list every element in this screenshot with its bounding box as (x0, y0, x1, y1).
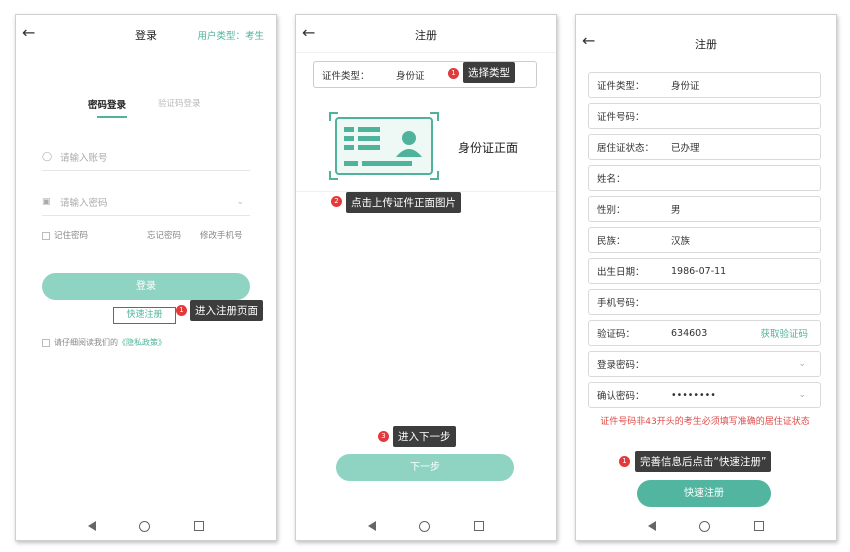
row-label: 手机号码： (597, 298, 645, 309)
confirm-password-field[interactable]: 确认密码： •••••••• ⌄ (588, 382, 821, 408)
id-type-row[interactable]: 证件类型： 身份证 (588, 72, 821, 98)
register-form-screen: ← 注册 证件类型： 身份证 证件号码： 居住证状态： 已办理 姓名： 性别： … (575, 14, 837, 541)
row-value: 汉族 (671, 236, 691, 247)
quick-register-link[interactable]: 快速注册 (113, 307, 176, 324)
nav-home-icon[interactable] (419, 520, 431, 532)
row-label: 出生日期： (597, 267, 645, 278)
nav-recent-icon[interactable] (194, 521, 205, 531)
remember-checkbox[interactable] (42, 231, 50, 240)
id-type-label: 证件类型： (322, 70, 370, 82)
nav-recent-icon[interactable] (474, 521, 485, 531)
row-value: 已办理 (671, 143, 700, 154)
ethnicity-field[interactable]: 民族： 汉族 (588, 227, 821, 253)
row-value: 身份证 (671, 81, 700, 92)
phone-field[interactable]: 手机号码： (588, 289, 821, 315)
id-type-value: 身份证 (396, 70, 425, 82)
row-label: 姓名： (597, 174, 626, 185)
account-placeholder: 请输入账号 (60, 152, 108, 164)
step-badge-3: 3 (378, 431, 389, 442)
page-title: 注册 (415, 29, 437, 42)
password-placeholder: 请输入密码 (60, 197, 108, 209)
login-screen: ← 登录 用户类型：考生 密码登录 验证码登录 ◯ 请输入账号 ▣ 请输入密码 … (15, 14, 277, 541)
lock-icon: ▣ (42, 196, 51, 207)
privacy-policy-link[interactable]: 《隐私政策》 (118, 338, 166, 347)
id-front-label: 身份证正面 (458, 141, 519, 155)
forgot-password-link[interactable]: 忘记密码 (147, 229, 181, 241)
row-label: 登录密码： (597, 360, 645, 371)
register-upload-screen: ← 注册 证件类型： 身份证 1 选择类型 身份证正面 2 点击上传证件正面图片… (295, 14, 557, 541)
upload-id-front[interactable] (328, 111, 440, 181)
nav-home-icon[interactable] (139, 520, 151, 532)
nav-back-icon[interactable] (647, 521, 656, 531)
nav-home-icon[interactable] (699, 520, 711, 532)
gender-field[interactable]: 性别： 男 (588, 196, 821, 222)
chevron-down-icon[interactable]: ⌄ (798, 359, 806, 369)
tip-upload-front: 点击上传证件正面图片 (346, 192, 461, 213)
privacy-agreement[interactable]: 请仔细阅读我们的《隐私政策》 (42, 337, 166, 348)
row-label: 性别： (597, 205, 626, 216)
remember-password[interactable]: 记住密码 (42, 229, 88, 241)
residence-status-field[interactable]: 居住证状态： 已办理 (588, 134, 821, 160)
remember-label: 记住密码 (54, 231, 89, 241)
nav-recent-icon[interactable] (754, 521, 765, 531)
nav-back-icon[interactable] (87, 521, 96, 531)
tip-next-step: 进入下一步 (393, 426, 456, 447)
row-label: 验证码： (597, 329, 636, 340)
birth-date-field[interactable]: 出生日期： 1986-07-11 (588, 258, 821, 284)
step-badge: 1 (176, 305, 187, 316)
tip-complete-info: 完善信息后点击“快速注册” (635, 451, 772, 472)
id-number-field[interactable]: 证件号码： (588, 103, 821, 129)
tip-select-type: 选择类型 (463, 62, 515, 83)
system-nav-bar (16, 512, 276, 540)
row-value: 男 (671, 205, 681, 216)
tab-password-login[interactable]: 密码登录 (88, 97, 126, 111)
row-value: 1986-07-11 (671, 265, 727, 277)
user-type-selector[interactable]: 用户类型：考生 (197, 28, 264, 42)
step-badge-1: 1 (448, 68, 459, 79)
step-badge: 1 (619, 456, 630, 467)
row-label: 居住证状态： (597, 143, 655, 154)
nav-back-icon[interactable] (367, 521, 376, 531)
row-label: 证件号码： (597, 112, 645, 123)
chevron-down-icon[interactable]: ⌄ (798, 390, 806, 400)
get-code-button[interactable]: 获取验证码 (760, 326, 808, 340)
row-label: 民族： (597, 236, 626, 247)
login-button[interactable]: 登录 (42, 273, 250, 300)
name-field[interactable]: 姓名： (588, 165, 821, 191)
quick-register-button[interactable]: 快速注册 (637, 480, 771, 507)
id-card-icon (329, 112, 439, 180)
privacy-checkbox[interactable] (42, 338, 50, 347)
user-icon: ◯ (42, 151, 53, 162)
active-tab-indicator (97, 116, 127, 118)
system-nav-bar (576, 512, 836, 540)
password-input[interactable]: ▣ 请输入密码 ⌄ (42, 188, 250, 216)
login-password-field[interactable]: 登录密码： ⌄ (588, 351, 821, 377)
chevron-down-icon[interactable]: ⌄ (236, 197, 244, 207)
page-title: 注册 (695, 38, 717, 51)
tip-enter-register: 进入注册页面 (190, 300, 263, 321)
change-phone-link[interactable]: 修改手机号 (200, 229, 243, 241)
next-step-button[interactable]: 下一步 (336, 454, 514, 481)
residence-warning: 证件号码非43开头的考生必须填写准确的居住证状态 (600, 417, 810, 427)
row-value: •••••••• (671, 389, 716, 401)
step-badge-2: 2 (331, 196, 342, 207)
tab-sms-login[interactable]: 验证码登录 (158, 97, 201, 109)
row-value: 634603 (671, 327, 708, 339)
row-label: 证件类型： (597, 81, 645, 92)
row-label: 确认密码： (597, 391, 645, 402)
privacy-prefix: 请仔细阅读我们的 (54, 338, 118, 347)
verification-code-field[interactable]: 验证码： 634603 获取验证码 (588, 320, 821, 346)
account-input[interactable]: ◯ 请输入账号 (42, 143, 250, 171)
system-nav-bar (296, 512, 556, 540)
